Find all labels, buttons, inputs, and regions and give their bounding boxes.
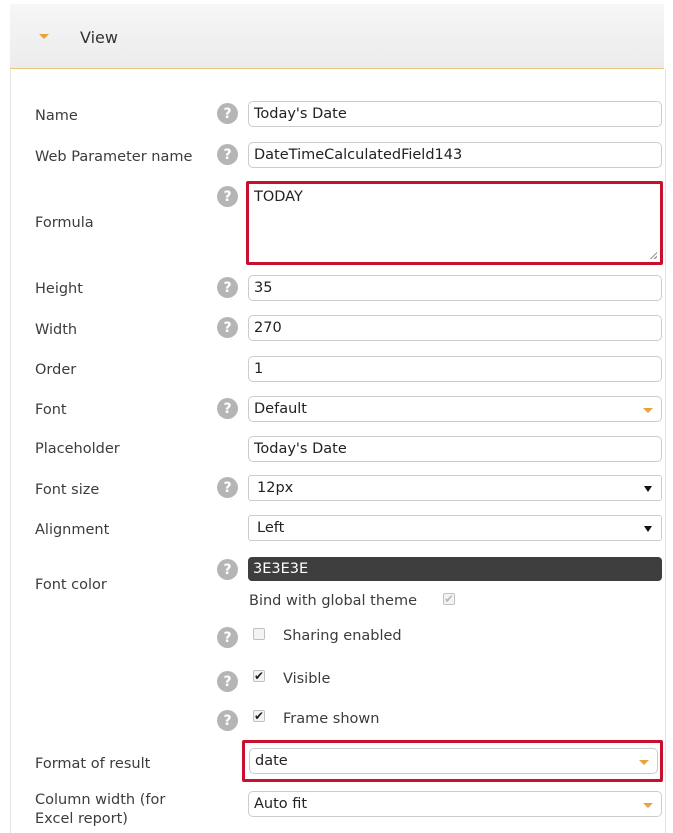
dropdown-arrow-icon[interactable]: [643, 408, 653, 413]
format-result-select[interactable]: date: [249, 748, 658, 774]
font-size-label: Font size: [35, 482, 100, 498]
dropdown-arrow-icon[interactable]: [644, 526, 652, 532]
name-input[interactable]: Today's Date: [248, 101, 662, 127]
font-color-label: Font color: [35, 577, 107, 593]
formula-textarea[interactable]: TODAY: [246, 181, 663, 265]
dropdown-arrow-icon[interactable]: [639, 760, 649, 765]
help-icon[interactable]: ?: [217, 559, 238, 580]
bind-theme-label: Bind with global theme: [249, 593, 418, 609]
font-value: Default: [254, 401, 307, 417]
help-icon[interactable]: ?: [217, 671, 238, 692]
visible-label: Visible: [283, 671, 331, 687]
dropdown-arrow-icon[interactable]: [644, 486, 652, 492]
help-icon[interactable]: ?: [217, 277, 238, 298]
format-result-highlight: date: [242, 740, 663, 782]
alignment-select[interactable]: Left: [248, 515, 662, 541]
placeholder-label: Placeholder: [35, 441, 120, 457]
formula-value: TODAY: [254, 189, 303, 205]
section-title: View: [80, 28, 118, 47]
resize-handle-icon[interactable]: [649, 251, 657, 259]
order-label: Order: [35, 362, 77, 378]
web-parameter-label: Web Parameter name: [35, 149, 193, 165]
width-input[interactable]: 270: [248, 315, 662, 341]
help-icon[interactable]: ?: [217, 710, 238, 731]
web-parameter-input[interactable]: DateTimeCalculatedField143: [248, 142, 662, 168]
help-icon[interactable]: ?: [217, 398, 238, 419]
section-header[interactable]: View: [10, 4, 664, 69]
bind-theme-checkbox[interactable]: ✔: [443, 593, 455, 605]
column-width-value: Auto fit: [254, 796, 308, 812]
alignment-label: Alignment: [35, 522, 110, 538]
alignment-value: Left: [257, 520, 285, 536]
help-icon[interactable]: ?: [217, 317, 238, 338]
font-label: Font: [35, 402, 67, 418]
sharing-label: Sharing enabled: [283, 628, 402, 644]
help-icon[interactable]: ?: [217, 144, 238, 165]
visible-checkbox[interactable]: ✔: [253, 670, 265, 682]
column-width-label-line1: Column width (for: [35, 792, 166, 808]
font-color-input[interactable]: 3E3E3E: [248, 557, 662, 581]
help-icon[interactable]: ?: [217, 627, 238, 648]
height-label: Height: [35, 281, 83, 297]
frame-checkbox[interactable]: ✔: [253, 710, 265, 722]
column-width-select[interactable]: Auto fit: [248, 791, 662, 817]
placeholder-input[interactable]: Today's Date: [248, 436, 662, 462]
formula-label: Formula: [35, 215, 94, 231]
name-label: Name: [35, 108, 78, 124]
help-icon[interactable]: ?: [217, 477, 238, 498]
column-width-label-line2: Excel report): [35, 811, 128, 827]
order-input[interactable]: 1: [248, 356, 662, 382]
height-input[interactable]: 35: [248, 275, 662, 301]
column-width-label: Column width (for Excel report): [35, 791, 165, 829]
help-icon[interactable]: ?: [217, 103, 238, 124]
frame-label: Frame shown: [283, 711, 380, 727]
font-select[interactable]: Default: [248, 396, 662, 422]
dropdown-arrow-icon[interactable]: [643, 803, 653, 808]
sharing-checkbox[interactable]: [253, 628, 265, 640]
format-result-value: date: [255, 753, 288, 769]
width-label: Width: [35, 322, 78, 338]
font-size-select[interactable]: 12px: [248, 475, 662, 501]
help-icon[interactable]: ?: [217, 186, 238, 207]
font-size-value: 12px: [257, 480, 294, 496]
format-result-label: Format of result: [35, 756, 151, 772]
chevron-down-icon[interactable]: [39, 34, 49, 39]
